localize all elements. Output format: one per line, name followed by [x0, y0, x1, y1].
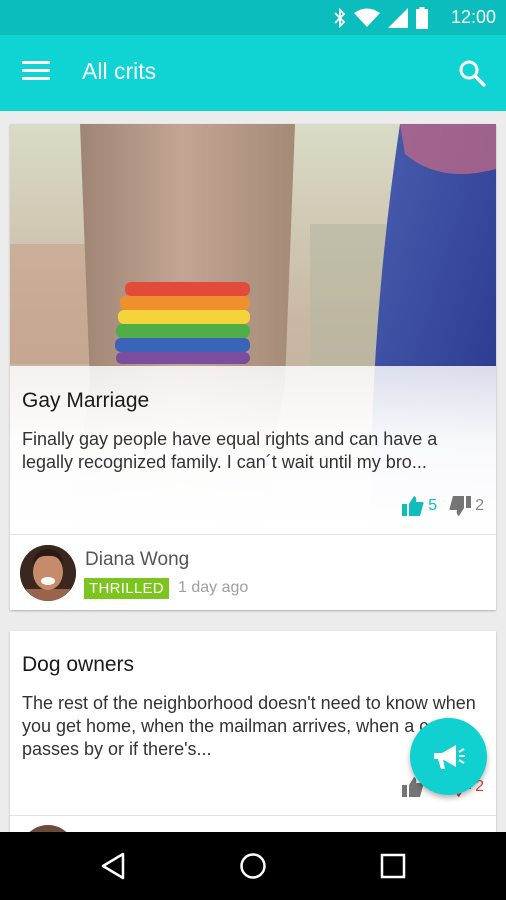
- new-crit-button[interactable]: [410, 718, 487, 795]
- avatar: [20, 825, 76, 832]
- crit-author[interactable]: Diana Wong THRILLED 1 day ago: [10, 535, 496, 610]
- status-time: 12:00: [450, 7, 496, 27]
- status-bar: 12:00: [0, 0, 506, 35]
- recents-icon: [380, 853, 406, 879]
- crit-title: Gay Marriage: [22, 389, 150, 412]
- dislike-count: 2: [475, 497, 484, 514]
- cell-signal-icon: [388, 8, 408, 28]
- thumbs-up-icon: [402, 496, 424, 516]
- author-name: Diana Wong: [85, 549, 190, 570]
- status-icons: [334, 7, 428, 29]
- bluetooth-icon: [334, 8, 346, 28]
- wifi-icon: [354, 8, 380, 27]
- recents-button[interactable]: [375, 848, 411, 884]
- crit-actions: 5 2: [402, 496, 484, 516]
- home-icon: [240, 853, 266, 879]
- app-bar: All crits: [0, 35, 506, 111]
- menu-button[interactable]: [22, 59, 58, 89]
- thumbs-down-icon: [449, 496, 472, 516]
- system-nav-bar: [0, 832, 506, 900]
- search-button[interactable]: [458, 59, 490, 91]
- back-icon: [101, 852, 125, 880]
- page-title: All crits: [82, 58, 157, 84]
- divider: [10, 815, 496, 816]
- menu-icon: [22, 61, 50, 80]
- megaphone-icon: [433, 744, 465, 769]
- crit-title: Dog owners: [22, 653, 135, 676]
- post-time: 1 day ago: [178, 579, 249, 596]
- search-icon: [459, 60, 486, 87]
- back-button[interactable]: [95, 848, 131, 884]
- crit-excerpt: Finally gay people have equal rights and…: [22, 429, 438, 472]
- battery-icon: [416, 7, 428, 29]
- mood-badge: THRILLED: [84, 578, 169, 599]
- crit-excerpt: The rest of the neighborhood doesn't nee…: [22, 693, 476, 759]
- home-button[interactable]: [235, 848, 271, 884]
- like-count: 5: [428, 497, 438, 514]
- avatar: [20, 545, 76, 601]
- dislike-button[interactable]: 2: [449, 496, 484, 516]
- crit-card[interactable]: Gay Marriage Finally gay people have equ…: [10, 124, 496, 610]
- like-button[interactable]: 5: [402, 496, 437, 516]
